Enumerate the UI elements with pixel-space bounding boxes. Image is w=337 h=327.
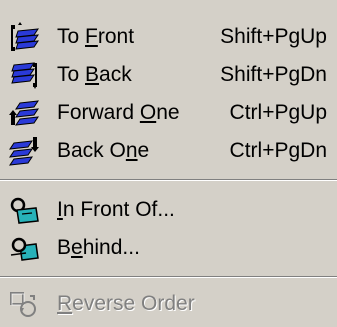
menu-item-to-back[interactable]: To Back Shift+PgDn: [0, 57, 337, 93]
send-to-back-icon: [8, 59, 40, 91]
menu-separator: [0, 276, 337, 278]
menu-item-shortcut: Ctrl+PgUp: [229, 101, 327, 124]
bring-forward-icon: [8, 97, 40, 129]
menu-item-label: Forward One: [57, 101, 180, 124]
menu-item-label: To Back: [57, 63, 132, 86]
menu-item-label: Back One: [57, 139, 150, 162]
menu-item-in-front-of[interactable]: In Front Of...: [0, 192, 337, 228]
menu-item-label: To Front: [57, 25, 135, 48]
menu-item-shortcut: Shift+PgDn: [220, 63, 327, 86]
bring-to-front-icon: [8, 21, 40, 53]
menu-item-back-one[interactable]: Back One Ctrl+PgDn: [0, 133, 337, 169]
reverse-order-icon: [8, 288, 40, 320]
in-front-of-icon: [8, 194, 40, 226]
menu-item-forward-one[interactable]: Forward One Ctrl+PgUp: [0, 95, 337, 131]
behind-icon: [8, 232, 40, 264]
menu-item-label: Reverse Order: [57, 292, 195, 315]
menu-item-shortcut: Ctrl+PgDn: [229, 139, 327, 162]
arrange-order-menu: To Front Shift+PgUp To Back Shift+PgDn F…: [0, 0, 337, 327]
menu-item-label: In Front Of...: [57, 198, 175, 221]
menu-item-shortcut: Shift+PgUp: [220, 25, 327, 48]
menu-item-reverse-order: Reverse Order: [0, 286, 337, 322]
menu-separator: [0, 179, 337, 181]
send-backward-icon: [8, 135, 40, 167]
menu-item-label: Behind...: [57, 236, 140, 259]
menu-item-to-front[interactable]: To Front Shift+PgUp: [0, 19, 337, 55]
menu-item-behind[interactable]: Behind...: [0, 230, 337, 266]
